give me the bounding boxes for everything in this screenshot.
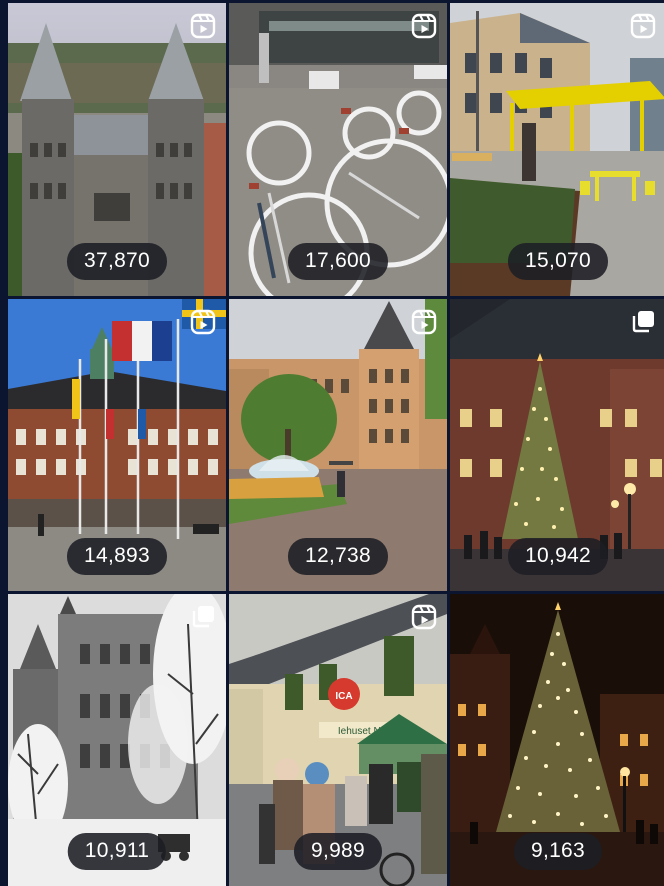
grid-tile-6[interactable]: 10,942 (450, 299, 664, 591)
grid-tile-7[interactable]: 10,911 (8, 594, 226, 886)
reel-icon (411, 13, 437, 39)
view-count: 9,989 (293, 833, 383, 870)
view-count: 12,738 (287, 538, 389, 575)
reel-icon (411, 604, 437, 630)
carousel-icon (192, 606, 214, 628)
grid-tile-5[interactable]: 12,738 (229, 299, 447, 591)
grid-tile-1[interactable]: 37,870 (8, 3, 226, 296)
grid-tile-2[interactable]: 17,600 (229, 3, 447, 296)
reel-icon (190, 13, 216, 39)
grid-tile-8[interactable]: ICA Iehuset N/A 9,989 (229, 594, 447, 886)
grid-tile-9[interactable]: 9,163 (450, 594, 664, 886)
grid-tile-3[interactable]: 15,070 (450, 3, 664, 296)
view-count: 10,942 (507, 538, 609, 575)
reel-icon (190, 309, 216, 335)
view-count: 17,600 (287, 243, 389, 280)
view-count: 15,070 (507, 243, 609, 280)
view-count: 14,893 (66, 538, 168, 575)
view-count: 37,870 (66, 243, 168, 280)
grid-tile-4[interactable]: 14,893 (8, 299, 226, 591)
reel-icon (411, 309, 437, 335)
photo-grid: 37,870 17,600 15,070 14,893 12,738 10,94… (8, 3, 664, 886)
kiosk-sign-text: ICA (335, 691, 352, 702)
view-count: 10,911 (67, 833, 167, 870)
reel-icon (630, 13, 656, 39)
view-count: 9,163 (513, 833, 603, 870)
carousel-icon (632, 311, 654, 333)
